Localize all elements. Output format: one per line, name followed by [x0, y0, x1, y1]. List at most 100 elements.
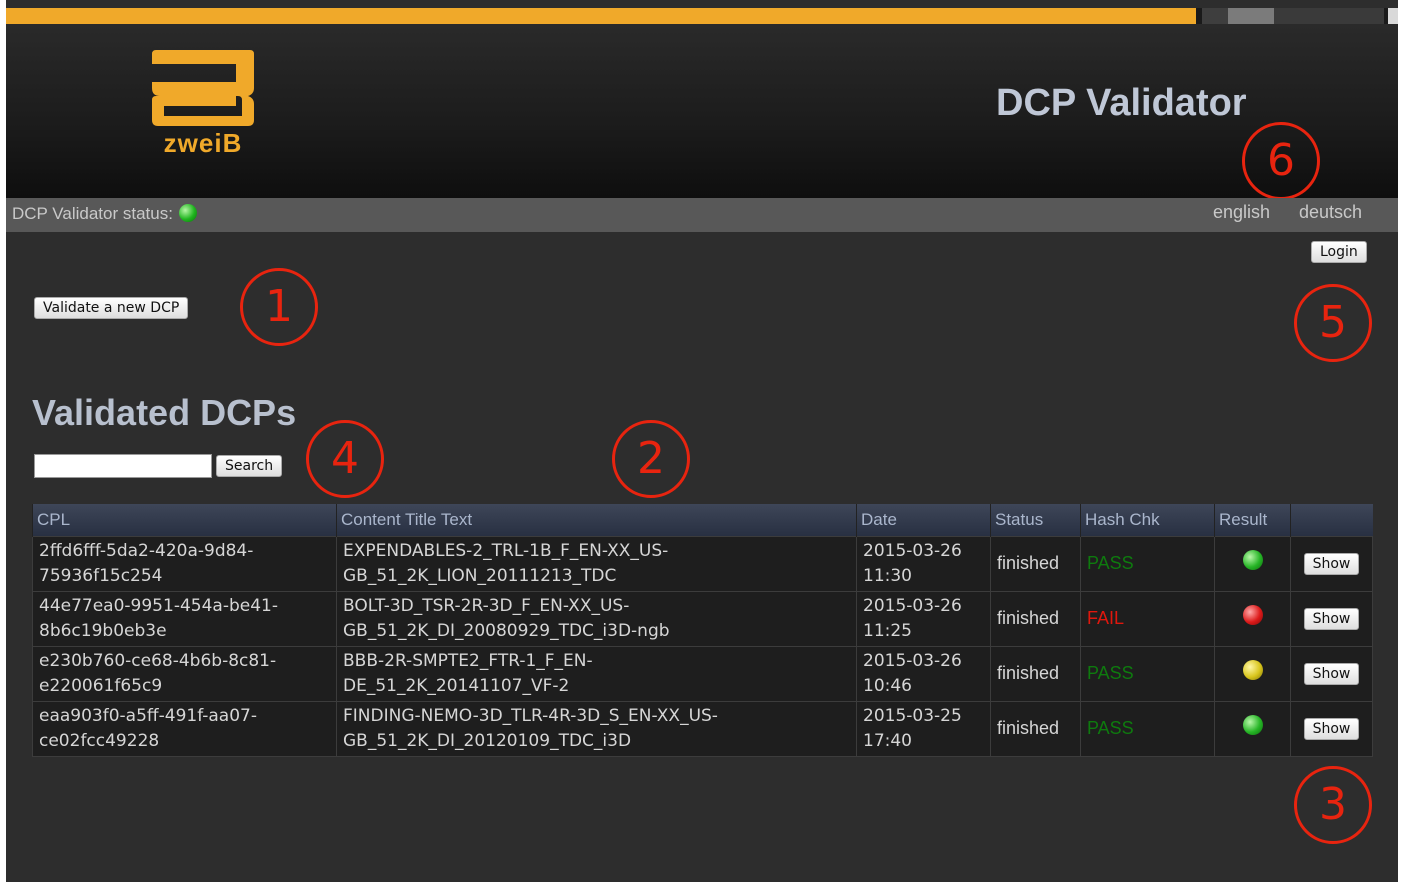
bar-segment [1274, 8, 1384, 24]
date-value: 2015-03-26 [863, 595, 962, 616]
cpl-cell: eaa903f0-a5ff-491f-aa07- ce02fcc49228 [32, 700, 337, 757]
column-header-cpl[interactable]: CPL [32, 504, 337, 536]
date-value: 2015-03-26 [863, 540, 962, 561]
content-title-cell: BOLT-3D_TSR-2R-3D_F_EN-XX_US- GB_51_2K_DI… [336, 590, 857, 647]
title-line: BBB-2R-SMPTE2_FTR-1_F_EN- [343, 650, 593, 671]
validator-status: DCP Validator status: [12, 204, 197, 224]
bar-segment [1388, 8, 1398, 24]
table-row: e230b760-ce68-4b6b-8c81- e220061f65c9 BBB… [32, 645, 1373, 702]
callout-3: 3 [1294, 766, 1372, 844]
title-line: DE_51_2K_20141107_VF-2 [343, 675, 570, 696]
result-cell [1214, 700, 1291, 757]
date-cell: 2015-03-26 11:30 [856, 535, 991, 592]
status-bar: DCP Validator status: english deutsch [6, 198, 1398, 232]
result-cell [1214, 590, 1291, 647]
table-row: 2ffd6fff-5da2-420a-9d84- 75936f15c254 EXP… [32, 535, 1373, 592]
cpl-id-line: 44e77ea0-9951-454a-be41- [39, 595, 278, 616]
result-status-icon [1242, 714, 1263, 735]
result-status-icon [1242, 659, 1263, 680]
hash-check-cell: PASS [1080, 535, 1215, 592]
status-cell: finished [990, 645, 1081, 702]
title-line: EXPENDABLES-2_TRL-1B_F_EN-XX_US- [343, 540, 669, 561]
content-title-cell: EXPENDABLES-2_TRL-1B_F_EN-XX_US- GB_51_2K… [336, 535, 857, 592]
hash-check-cell: PASS [1080, 700, 1215, 757]
page-title: Validated DCPs [32, 392, 297, 433]
show-button[interactable]: Show [1303, 608, 1360, 630]
table-header-row: CPL Content Title Text Date Status Hash … [32, 504, 1373, 536]
cpl-id-line: 75936f15c254 [39, 565, 163, 586]
page-header: zweiB DCP Validator 6 [6, 24, 1398, 200]
hash-check-cell: FAIL [1080, 590, 1215, 647]
result-cell [1214, 535, 1291, 592]
result-status-icon [1242, 604, 1263, 625]
action-cell: Show [1290, 700, 1373, 757]
callout-5: 5 [1294, 284, 1372, 362]
content-title-cell: BBB-2R-SMPTE2_FTR-1_F_EN- DE_51_2K_201411… [336, 645, 857, 702]
action-cell: Show [1290, 645, 1373, 702]
date-value: 2015-03-26 [863, 650, 962, 671]
date-value: 2015-03-25 [863, 705, 962, 726]
date-cell: 2015-03-26 11:25 [856, 590, 991, 647]
column-header-action [1290, 504, 1373, 536]
search-input[interactable] [34, 454, 212, 478]
content-title-cell: FINDING-NEMO-3D_TLR-4R-3D_S_EN-XX_US- GB_… [336, 700, 857, 757]
callout-6: 6 [1242, 122, 1320, 200]
result-cell [1214, 645, 1291, 702]
cpl-id-line: e230b760-ce68-4b6b-8c81- [39, 650, 277, 671]
column-header-result[interactable]: Result [1214, 504, 1291, 536]
date-cell: 2015-03-26 10:46 [856, 645, 991, 702]
bar-segment [1228, 8, 1274, 24]
time-value: 11:30 [863, 565, 912, 586]
callout-4: 4 [306, 420, 384, 498]
search-button[interactable]: Search [216, 455, 283, 477]
title-line: BOLT-3D_TSR-2R-3D_F_EN-XX_US- [343, 595, 630, 616]
cpl-cell: e230b760-ce68-4b6b-8c81- e220061f65c9 [32, 645, 337, 702]
callout-1: 1 [240, 268, 318, 346]
title-line: GB_51_2K_LION_20111213_TDC [343, 565, 617, 586]
accent-stripe [6, 8, 1196, 24]
callout-2: 2 [612, 420, 690, 498]
validated-dcps-table: CPL Content Title Text Date Status Hash … [32, 504, 1373, 757]
login-button[interactable]: Login [1311, 241, 1367, 263]
column-header-date[interactable]: Date [856, 504, 991, 536]
column-header-status[interactable]: Status [990, 504, 1081, 536]
cpl-cell: 44e77ea0-9951-454a-be41- 8b6c19b0eb3e [32, 590, 337, 647]
status-label: DCP Validator status: [12, 204, 173, 223]
action-cell: Show [1290, 535, 1373, 592]
show-button[interactable]: Show [1303, 718, 1360, 740]
cpl-id-line: 2ffd6fff-5da2-420a-9d84- [39, 540, 254, 561]
column-header-content-title[interactable]: Content Title Text [336, 504, 857, 536]
cpl-id-line: e220061f65c9 [39, 675, 163, 696]
title-line: FINDING-NEMO-3D_TLR-4R-3D_S_EN-XX_US- [343, 705, 718, 726]
app-title: DCP Validator [996, 82, 1247, 124]
status-cell: finished [990, 535, 1081, 592]
status-indicator-icon [178, 204, 197, 222]
validate-new-dcp-button[interactable]: Validate a new DCP [34, 297, 189, 319]
time-value: 10:46 [863, 675, 912, 696]
show-button[interactable]: Show [1303, 663, 1360, 685]
table-row: 44e77ea0-9951-454a-be41- 8b6c19b0eb3e BOL… [32, 590, 1373, 647]
date-cell: 2015-03-25 17:40 [856, 700, 991, 757]
result-status-icon [1242, 549, 1263, 570]
show-button[interactable]: Show [1303, 553, 1360, 575]
cpl-id-line: eaa903f0-a5ff-491f-aa07- [39, 705, 257, 726]
title-line: GB_51_2K_DI_20080929_TDC_i3D-ngb [343, 620, 670, 641]
language-link-deutsch[interactable]: deutsch [1299, 202, 1362, 223]
time-value: 17:40 [863, 730, 912, 751]
bar-segment [1202, 8, 1228, 24]
table-row: eaa903f0-a5ff-491f-aa07- ce02fcc49228 FIN… [32, 700, 1373, 757]
column-header-hash-chk[interactable]: Hash Chk [1080, 504, 1215, 536]
title-line: GB_51_2K_DI_20120109_TDC_i3D [343, 730, 632, 751]
status-cell: finished [990, 590, 1081, 647]
status-cell: finished [990, 700, 1081, 757]
cpl-cell: 2ffd6fff-5da2-420a-9d84- 75936f15c254 [32, 535, 337, 592]
cpl-id-line: 8b6c19b0eb3e [39, 620, 167, 641]
logo-wordmark: zweiB [163, 128, 243, 158]
language-link-english[interactable]: english [1213, 202, 1270, 223]
action-cell: Show [1290, 590, 1373, 647]
hash-check-cell: PASS [1080, 645, 1215, 702]
app-window: zweiB DCP Validator 6 DCP Validator stat… [6, 0, 1398, 882]
top-accent-bar [6, 8, 1398, 24]
cpl-id-line: ce02fcc49228 [39, 730, 160, 751]
time-value: 11:25 [863, 620, 912, 641]
